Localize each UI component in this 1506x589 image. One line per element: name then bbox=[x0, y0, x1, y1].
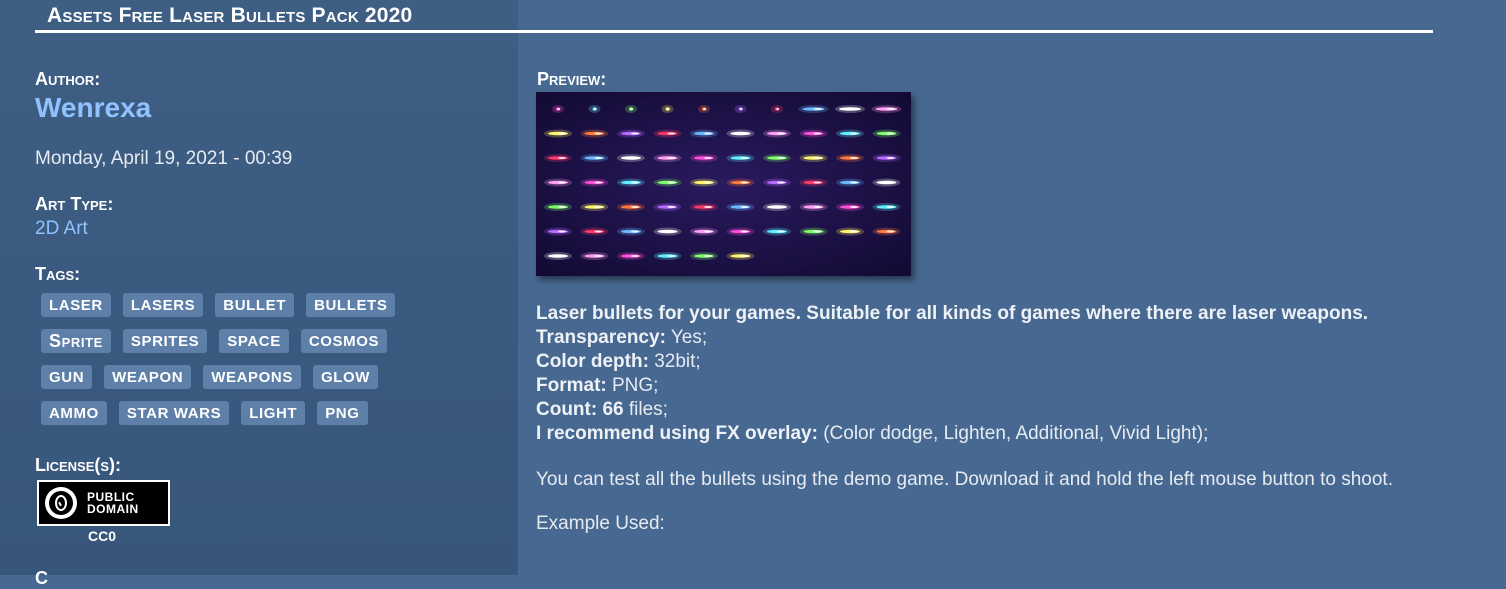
bullet-sprites-image bbox=[536, 92, 911, 276]
tag-row: Sprite SPRITES SPACE COSMOS bbox=[41, 329, 441, 365]
asset-description: Laser bullets for your games. Suitable f… bbox=[536, 302, 1416, 560]
spec-line: Format: PNG; bbox=[536, 375, 659, 396]
tag-link[interactable]: WEAPONS bbox=[203, 365, 301, 389]
license-link[interactable]: CC0 bbox=[88, 528, 116, 544]
spec-line: Color depth: 32bit; bbox=[536, 351, 701, 372]
badge-text: PUBLIC DOMAIN bbox=[87, 490, 139, 516]
spec-line: Transparency: Yes; bbox=[536, 327, 708, 348]
spec-line: I recommend using FX overlay: (Color dod… bbox=[536, 423, 1209, 444]
preview-image[interactable] bbox=[536, 92, 911, 276]
demo-text: You can test all the bullets using the d… bbox=[536, 469, 1393, 490]
author-label: Author: bbox=[35, 69, 101, 89]
tag-link[interactable]: COSMOS bbox=[300, 329, 388, 353]
next-section-label: C bbox=[35, 568, 48, 588]
tag-link[interactable]: LASER bbox=[41, 293, 111, 317]
preview-label: Preview: bbox=[537, 69, 607, 89]
tag-link[interactable]: LIGHT bbox=[241, 401, 306, 425]
title-divider bbox=[35, 30, 1433, 33]
art-type-label: Art Type: bbox=[35, 194, 114, 214]
tag-row: AMMO STAR WARS LIGHT PNG bbox=[41, 401, 441, 437]
art-type-link[interactable]: 2D Art bbox=[35, 218, 88, 240]
tags-label: Tags: bbox=[35, 264, 81, 284]
tag-row: LASER LASERS BULLET BULLETS bbox=[41, 293, 441, 329]
scrollbar[interactable] bbox=[1489, 0, 1506, 575]
tag-link[interactable]: GLOW bbox=[312, 365, 379, 389]
tag-link[interactable]: PNG bbox=[317, 401, 368, 425]
tag-link[interactable]: AMMO bbox=[41, 401, 107, 425]
page-title: Assets Free Laser Bullets Pack 2020 bbox=[47, 4, 413, 27]
tag-link[interactable]: LASERS bbox=[122, 293, 204, 317]
tag-link[interactable]: Sprite bbox=[41, 329, 111, 353]
tag-link[interactable]: WEAPON bbox=[104, 365, 192, 389]
tag-list: LASER LASERS BULLET BULLETS Sprite SPRIT… bbox=[41, 293, 441, 437]
tag-link[interactable]: BULLETS bbox=[306, 293, 396, 317]
spec-line: Count: 66 files; bbox=[536, 399, 668, 420]
public-domain-icon bbox=[45, 487, 77, 519]
tag-row: GUN WEAPON WEAPONS GLOW bbox=[41, 365, 441, 401]
author-link[interactable]: Wenrexa bbox=[35, 92, 151, 124]
tag-link[interactable]: STAR WARS bbox=[118, 401, 230, 425]
license-label: License(s): bbox=[35, 455, 122, 475]
tag-link[interactable]: GUN bbox=[41, 365, 93, 389]
public-domain-badge[interactable]: PUBLIC DOMAIN bbox=[37, 480, 170, 526]
tag-link[interactable]: SPACE bbox=[219, 329, 289, 353]
publish-date: Monday, April 19, 2021 - 00:39 bbox=[35, 148, 293, 169]
tag-link[interactable]: SPRITES bbox=[122, 329, 208, 353]
intro-text: Laser bullets for your games. Suitable f… bbox=[536, 303, 1369, 324]
example-label: Example Used: bbox=[536, 513, 665, 534]
tag-link[interactable]: BULLET bbox=[215, 293, 295, 317]
